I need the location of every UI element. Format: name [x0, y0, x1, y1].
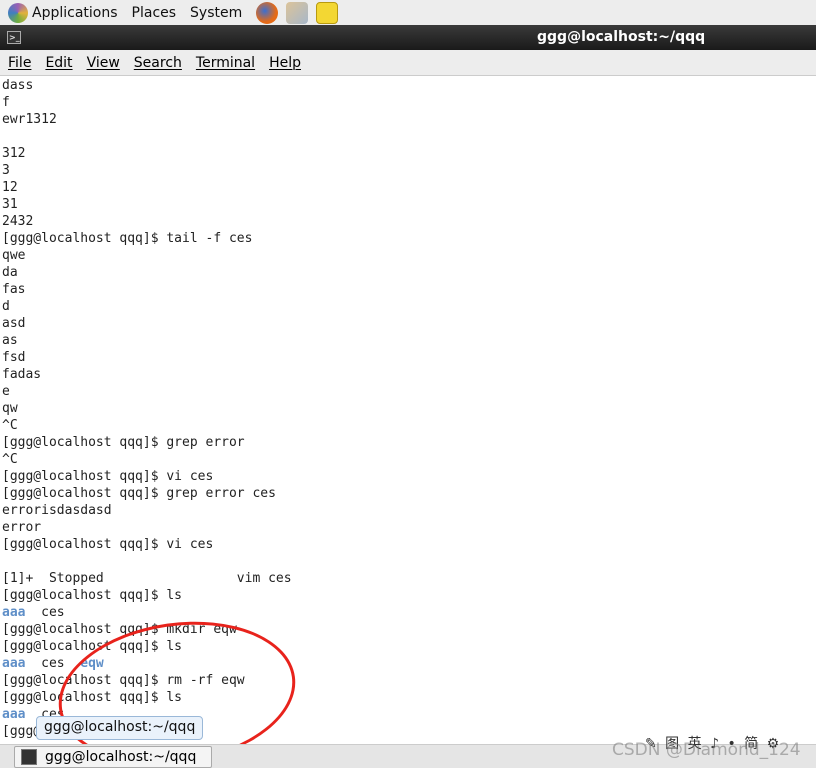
terminal-text: qw — [2, 401, 18, 416]
terminal-line: dass — [2, 77, 292, 94]
terminal-text: ^C — [2, 452, 18, 467]
terminal-text: dass — [2, 78, 34, 93]
terminal-line: asd — [2, 315, 292, 332]
terminal-text: e — [2, 384, 10, 399]
terminal-text: error — [2, 520, 42, 535]
terminal-text: 2432 — [2, 214, 34, 229]
terminal-line: [ggg@localhost qqq]$ tail -f ces — [2, 230, 292, 247]
terminal-line: fas — [2, 281, 292, 298]
terminal-line: error — [2, 519, 292, 536]
terminal-line: f — [2, 94, 292, 111]
terminal-line: ^C — [2, 451, 292, 468]
terminal-text: f — [2, 95, 10, 110]
terminal-line: fadas — [2, 366, 292, 383]
terminal-text: [ggg@localhost qqq]$ grep error — [2, 435, 245, 450]
terminal-line: ^C — [2, 417, 292, 434]
terminal-line: da — [2, 264, 292, 281]
terminal-text: [ggg@localhost qqq]$ ls — [2, 588, 183, 603]
terminal-text: 3 — [2, 163, 10, 178]
terminal-text: ^C — [2, 418, 18, 433]
top-panel: Applications Places System — [0, 0, 816, 25]
terminal-line: 2432 — [2, 213, 292, 230]
terminal-line: 3 — [2, 162, 292, 179]
terminal-line: [1]+ Stopped vim ces — [2, 570, 292, 587]
terminal-line: qw — [2, 400, 292, 417]
firefox-icon[interactable] — [256, 1, 279, 24]
terminal-text: asd — [2, 316, 26, 331]
terminal-icon: >_ — [7, 31, 21, 44]
terminal-text: [ggg@localhost qqq]$ grep error ces — [2, 486, 276, 501]
terminal-line: [ggg@localhost qqq]$ grep error ces — [2, 485, 292, 502]
taskbar-item-label: ggg@localhost:~/qqq — [45, 749, 197, 765]
terminal-text: as — [2, 333, 18, 348]
tooltip: ggg@localhost:~/qqq — [36, 716, 204, 740]
terminal-line: ewr1312 — [2, 111, 292, 128]
terminal-icon — [21, 749, 37, 765]
menubar: File Edit View Search Terminal Help — [0, 50, 816, 76]
notes-icon[interactable] — [316, 1, 339, 24]
terminal-line: 312 — [2, 145, 292, 162]
terminal-line: aaa ces — [2, 604, 292, 621]
terminal-line: [ggg@localhost qqq]$ vi ces — [2, 468, 292, 485]
menu-places[interactable]: Places — [132, 5, 177, 21]
terminal-line: [ggg@localhost qqq]$ grep error — [2, 434, 292, 451]
watermark: CSDN @Diamond_124 — [612, 740, 801, 760]
terminal-text: errorisdasdasd — [2, 503, 112, 518]
terminal-text: fadas — [2, 367, 42, 382]
terminal-text: [1]+ Stopped vim ces — [2, 571, 292, 586]
terminal-text: [ggg@localhost qqq]$ vi ces — [2, 469, 214, 484]
mail-icon[interactable] — [286, 1, 309, 24]
menu-file[interactable]: File — [8, 55, 31, 71]
window-title: ggg@localhost:~/qqq — [537, 29, 706, 45]
terminal-text: 12 — [2, 180, 18, 195]
menu-applications[interactable]: Applications — [32, 5, 118, 21]
terminal-line: [ggg@localhost qqq]$ ls — [2, 587, 292, 604]
terminal-text: ewr1312 — [2, 112, 57, 127]
terminal-text: da — [2, 265, 18, 280]
terminal-text: [ggg@localhost qqq]$ vi ces — [2, 537, 214, 552]
terminal-text: [ggg@localhost qqq]$ tail -f ces — [2, 231, 253, 246]
directory-name: aaa — [2, 656, 26, 671]
menu-terminal[interactable]: Terminal — [196, 55, 255, 71]
terminal-line: e — [2, 383, 292, 400]
terminal-line: as — [2, 332, 292, 349]
distro-logo-icon[interactable] — [8, 2, 28, 23]
terminal-line: 12 — [2, 179, 292, 196]
terminal-line: 31 — [2, 196, 292, 213]
terminal-line: fsd — [2, 349, 292, 366]
terminal-text: fsd — [2, 350, 26, 365]
terminal-text: d — [2, 299, 10, 314]
menu-help[interactable]: Help — [269, 55, 301, 71]
menu-edit[interactable]: Edit — [45, 55, 72, 71]
terminal-text: qwe — [2, 248, 26, 263]
terminal-line: qwe — [2, 247, 292, 264]
directory-name: aaa — [2, 707, 26, 722]
terminal-text: 312 — [2, 146, 26, 161]
terminal-text: ces — [25, 605, 65, 620]
terminal-text: 31 — [2, 197, 18, 212]
menu-system[interactable]: System — [190, 5, 242, 21]
menu-view[interactable]: View — [87, 55, 120, 71]
terminal-line: d — [2, 298, 292, 315]
window-titlebar[interactable]: >_ ggg@localhost:~/qqq — [0, 25, 816, 50]
taskbar-item-terminal[interactable]: ggg@localhost:~/qqq — [14, 746, 212, 768]
directory-name: aaa — [2, 605, 26, 620]
terminal-text: fas — [2, 282, 26, 297]
terminal-line: [ggg@localhost qqq]$ vi ces — [2, 536, 292, 553]
terminal-line: errorisdasdasd — [2, 502, 292, 519]
menu-search[interactable]: Search — [134, 55, 182, 71]
